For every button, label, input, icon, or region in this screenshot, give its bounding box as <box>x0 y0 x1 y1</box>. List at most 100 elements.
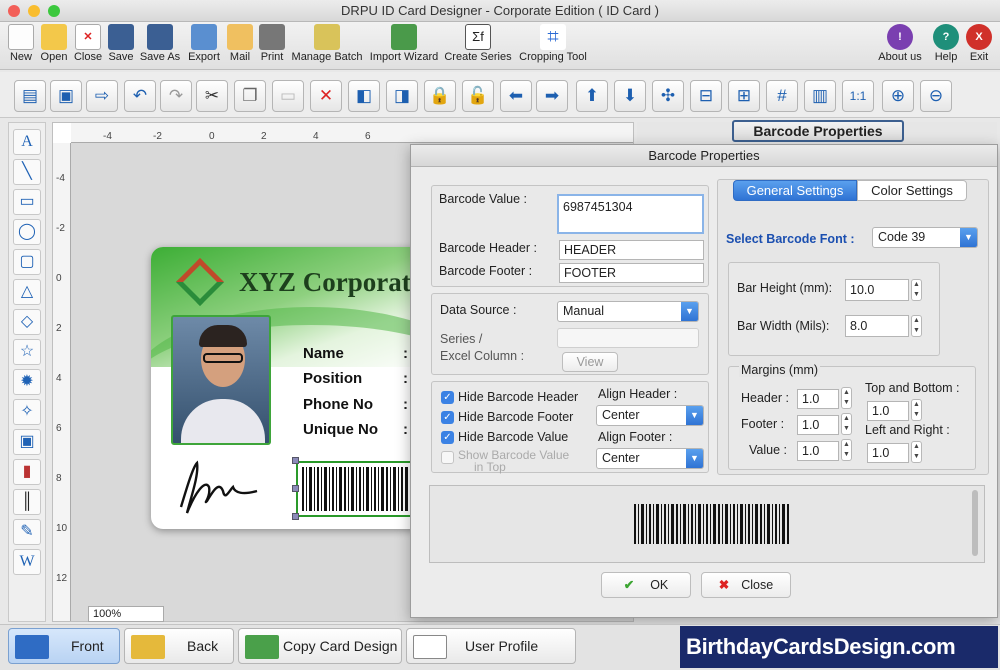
import-wizard-button[interactable]: Import Wizard <box>368 24 440 63</box>
preview-scrollbar[interactable] <box>972 490 978 556</box>
ellipse-tool-icon[interactable]: ◯ <box>13 219 41 245</box>
center-icon[interactable]: ✣ <box>652 80 684 112</box>
redo-icon[interactable]: ↷ <box>160 80 192 112</box>
bar-width-stepper[interactable]: ▲ ▼ <box>911 315 922 337</box>
resize-handle[interactable] <box>292 485 299 492</box>
top-bottom-input[interactable]: 1.0 <box>867 401 909 421</box>
exit-button[interactable]: X Exit <box>964 24 994 63</box>
lock-icon[interactable]: 🔒 <box>424 80 456 112</box>
view-button[interactable]: View <box>562 352 618 372</box>
bar-width-input[interactable]: 8.0 <box>845 315 909 337</box>
close-button[interactable]: ✕ Close <box>72 24 104 63</box>
line-tool-icon[interactable]: ╲ <box>13 159 41 185</box>
copy-card-design-button[interactable]: Copy Card Design <box>238 628 402 664</box>
resize-handle[interactable] <box>292 457 299 464</box>
barcode-header-input[interactable]: HEADER <box>559 240 704 260</box>
back-button[interactable]: Back <box>124 628 234 664</box>
cut-icon[interactable]: ✂ <box>196 80 228 112</box>
zoom-level[interactable]: 100% <box>88 606 164 622</box>
tab-color-settings[interactable]: Color Settings <box>857 180 967 201</box>
barcode-tool-icon[interactable]: ║ <box>13 489 41 515</box>
bar-height-stepper[interactable]: ▲ ▼ <box>911 279 922 301</box>
arrow-left-icon[interactable]: ⬅ <box>500 80 532 112</box>
unique-no-label[interactable]: Unique No <box>303 421 378 438</box>
front-button[interactable]: Front <box>8 628 120 664</box>
left-right-input[interactable]: 1.0 <box>867 443 909 463</box>
bar-height-input[interactable]: 10.0 <box>845 279 909 301</box>
diamond-tool-icon[interactable]: ◇ <box>13 309 41 335</box>
arrow-right-icon[interactable]: ➡ <box>536 80 568 112</box>
align-horizontal-icon[interactable]: ⊟ <box>690 80 722 112</box>
value-margin-input[interactable]: 1.0 <box>797 441 839 461</box>
image-tool-icon[interactable]: ▣ <box>13 429 41 455</box>
resize-handle[interactable] <box>292 513 299 520</box>
create-series-button[interactable]: Σf Create Series <box>444 24 512 63</box>
barcode-properties-tab[interactable]: Barcode Properties <box>732 120 904 142</box>
sparkle-tool-icon[interactable]: ✧ <box>13 399 41 425</box>
properties-icon[interactable]: ▤ <box>14 80 46 112</box>
id-card[interactable]: XYZ Corporat Name Position Phone No Uniq… <box>151 247 451 529</box>
tab-general-settings[interactable]: General Settings <box>733 180 857 201</box>
card-barcode[interactable] <box>296 461 416 517</box>
save-button[interactable]: Save <box>106 24 136 63</box>
export-image-icon[interactable]: ⇨ <box>86 80 118 112</box>
hide-header-checkbox[interactable]: ✓ <box>441 391 454 404</box>
export-button[interactable]: Export <box>186 24 222 63</box>
paste-icon[interactable]: ▭ <box>272 80 304 112</box>
mail-button[interactable]: Mail <box>226 24 254 63</box>
align-vertical-icon[interactable]: ⊞ <box>728 80 760 112</box>
delete-icon[interactable]: ✕ <box>310 80 342 112</box>
about-us-button[interactable]: ! About us <box>874 24 926 63</box>
zoom-out-icon[interactable]: ⊖ <box>920 80 952 112</box>
rounded-rect-tool-icon[interactable]: ▢ <box>13 249 41 275</box>
star-tool-icon[interactable]: ☆ <box>13 339 41 365</box>
triangle-tool-icon[interactable]: △ <box>13 279 41 305</box>
print-button[interactable]: Print <box>258 24 286 63</box>
cropping-tool-button[interactable]: ⌗ Cropping Tool <box>516 24 590 63</box>
left-right-stepper[interactable]: ▲ ▼ <box>911 441 922 463</box>
employee-photo[interactable] <box>171 315 271 445</box>
phone-label[interactable]: Phone No <box>303 396 373 413</box>
ok-button[interactable]: ✔ OK <box>601 572 691 598</box>
burst-tool-icon[interactable]: ✹ <box>13 369 41 395</box>
signature-tool-icon[interactable]: ✎ <box>13 519 41 545</box>
save-as-button[interactable]: Save As <box>138 24 182 63</box>
copy-icon[interactable]: ❐ <box>234 80 266 112</box>
align-footer-select[interactable]: Center ▼ <box>596 448 704 469</box>
user-profile-button[interactable]: User Profile <box>406 628 576 664</box>
barcode-font-select[interactable]: Code 39 ▼ <box>872 227 978 248</box>
manage-batch-button[interactable]: Manage Batch <box>290 24 364 63</box>
data-source-select[interactable]: Manual ▼ <box>557 301 699 322</box>
company-name[interactable]: XYZ Corporat <box>239 267 411 298</box>
dialog-close-button[interactable]: ✖ Close <box>701 572 791 598</box>
bring-front-icon[interactable]: ◧ <box>348 80 380 112</box>
hide-footer-checkbox[interactable]: ✓ <box>441 411 454 424</box>
header-margin-stepper[interactable]: ▲ ▼ <box>841 387 852 409</box>
close-window-icon[interactable] <box>8 5 20 17</box>
ruler-icon[interactable]: ▥ <box>804 80 836 112</box>
footer-margin-input[interactable]: 1.0 <box>797 415 839 435</box>
send-back-icon[interactable]: ◨ <box>386 80 418 112</box>
arrow-down-icon[interactable]: ⬇ <box>614 80 646 112</box>
signature-image[interactable] <box>173 457 273 517</box>
barcode-footer-input[interactable]: FOOTER <box>559 263 704 283</box>
maximize-window-icon[interactable] <box>48 5 60 17</box>
value-margin-stepper[interactable]: ▲ ▼ <box>841 439 852 461</box>
zoom-in-icon[interactable]: ⊕ <box>882 80 914 112</box>
library-tool-icon[interactable]: ▮ <box>13 459 41 485</box>
new-button[interactable]: New <box>6 24 36 63</box>
show-value-top-checkbox[interactable] <box>441 451 454 464</box>
help-button[interactable]: ? Help <box>930 24 962 63</box>
header-margin-input[interactable]: 1.0 <box>797 389 839 409</box>
minimize-window-icon[interactable] <box>28 5 40 17</box>
unlock-icon[interactable]: 🔓 <box>462 80 494 112</box>
open-button[interactable]: Open <box>38 24 70 63</box>
actual-size-icon[interactable]: 1:1 <box>842 80 874 112</box>
text-tool-icon[interactable]: A <box>13 129 41 155</box>
position-label[interactable]: Position <box>303 370 362 387</box>
footer-margin-stepper[interactable]: ▲ ▼ <box>841 413 852 435</box>
align-header-select[interactable]: Center ▼ <box>596 405 704 426</box>
rectangle-tool-icon[interactable]: ▭ <box>13 189 41 215</box>
hide-value-checkbox[interactable]: ✓ <box>441 431 454 444</box>
series-select[interactable] <box>557 328 699 348</box>
